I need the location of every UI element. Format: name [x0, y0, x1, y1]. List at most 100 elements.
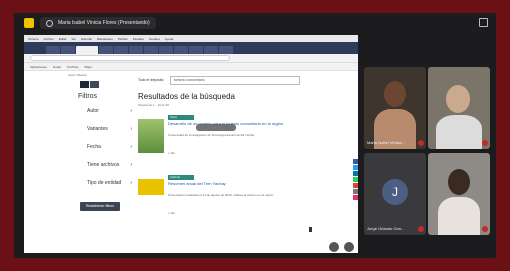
presenter-label: Maria Isabel Vinicia Flores (Presentando… [58, 20, 150, 26]
browser-tab[interactable] [174, 46, 188, 54]
menu-item[interactable]: Archivo [44, 37, 54, 41]
results-panel: Todo el depósito turismo comunitario Res… [138, 73, 348, 227]
filters-title: Filtros [78, 93, 98, 100]
search-input[interactable]: turismo comunitario [170, 75, 300, 85]
filter-variants[interactable]: Variantes › [78, 126, 132, 144]
browser-tab[interactable] [159, 46, 173, 54]
email-icon[interactable] [353, 183, 358, 188]
filter-label: Fecha [87, 144, 101, 150]
linkedin-icon[interactable] [353, 171, 358, 176]
result-more-link[interactable]: + Ver [168, 211, 175, 215]
filter-entity-type[interactable]: Tipo de entidad › [78, 180, 132, 198]
twitter-icon[interactable] [353, 165, 358, 170]
result-thumbnail[interactable] [138, 119, 164, 153]
share-sidebar [353, 159, 358, 201]
address-bar [24, 54, 358, 63]
result-item[interactable]: Artículo Resumen anual del Tren Yachay P… [138, 175, 348, 227]
meeting-app-icon[interactable] [24, 18, 34, 28]
repository-page: Inicio / Buscar Filtros Autor › Variante… [24, 71, 358, 253]
browser-tab[interactable] [61, 46, 75, 54]
bookmarks-bar: Aplicaciones Gmail YouTube Maps [24, 63, 358, 71]
filter-label: Autor [87, 108, 99, 114]
filters-panel: Filtros Autor › Variantes › Fecha › Tien… [78, 93, 132, 211]
participant-tile[interactable] [428, 153, 490, 235]
participant-video [384, 81, 406, 107]
muted-mic-icon [482, 226, 488, 232]
filter-date[interactable]: Fecha › [78, 144, 132, 162]
search-scope-select[interactable]: Todo el depósito [138, 78, 168, 82]
participant-video [446, 85, 470, 113]
result-meta: Presentación realizada el 21 de agosto d… [168, 193, 274, 197]
meeting-window: Maria Isabel Vinicia Flores (Presentando… [14, 13, 496, 258]
filter-author[interactable]: Autor › [78, 108, 132, 126]
results-title: Resultados de la búsqueda [138, 92, 235, 101]
participant-name: Jorge Orlando Gon... [367, 226, 405, 231]
facebook-icon[interactable] [353, 159, 358, 164]
browser-tab[interactable] [189, 46, 203, 54]
browser-menu-bar: Chrome Archivo Editar Ver Historial Marc… [24, 35, 358, 42]
browser-tab-strip [24, 42, 358, 54]
scroll-down-button[interactable] [344, 242, 354, 252]
menu-item[interactable]: Marcadores [97, 37, 113, 41]
reset-filters-button[interactable]: Restablecer filtros [80, 202, 120, 211]
presenter-indicator[interactable]: Maria Isabel Vinicia Flores (Presentando… [40, 17, 156, 29]
bookmark-item[interactable]: Maps [84, 65, 91, 69]
menu-item[interactable]: Chrome [28, 37, 39, 41]
list-view-icon[interactable] [80, 81, 89, 88]
result-more-link[interactable]: + Ver [168, 151, 175, 155]
result-title-link[interactable]: Resumen anual del Tren Yachay [168, 181, 318, 186]
layout-grid-icon[interactable] [479, 18, 488, 27]
shared-screen: Chrome Archivo Editar Ver Historial Marc… [24, 35, 358, 253]
bookmark-item[interactable]: Aplicaciones [30, 65, 47, 69]
menu-item[interactable]: Pestaña [133, 37, 144, 41]
muted-mic-icon [418, 140, 424, 146]
filter-has-files[interactable]: Tiene archivos › [78, 162, 132, 180]
chevron-right-icon: › [130, 144, 132, 150]
browser-tab[interactable] [99, 46, 113, 54]
menu-item[interactable]: Perfiles [118, 37, 128, 41]
browser-tab[interactable] [144, 46, 158, 54]
filter-label: Tiene archivos [87, 162, 120, 168]
result-type-badge: Tesis [168, 115, 194, 120]
presenter-icon [46, 19, 53, 27]
participant-tile[interactable] [428, 67, 490, 149]
share-icon[interactable] [353, 195, 358, 200]
chevron-right-icon: › [130, 162, 132, 168]
chevron-right-icon: › [130, 180, 132, 186]
chevron-right-icon: › [130, 108, 132, 114]
search-row: Todo el depósito turismo comunitario [138, 73, 348, 87]
meeting-top-bar: Maria Isabel Vinicia Flores (Presentando… [14, 13, 496, 33]
bookmark-item[interactable]: YouTube [67, 65, 79, 69]
whatsapp-icon[interactable] [353, 177, 358, 182]
breadcrumb[interactable]: Inicio / Buscar [68, 73, 87, 77]
menu-item[interactable]: Ayuda [165, 37, 173, 41]
result-thumbnail[interactable] [138, 179, 164, 195]
scroll-up-button[interactable] [329, 242, 339, 252]
menu-item[interactable]: Ventana [149, 37, 160, 41]
filter-label: Variantes [87, 126, 108, 132]
browser-tab[interactable] [129, 46, 143, 54]
print-icon[interactable] [353, 189, 358, 194]
participant-avatar: J [382, 179, 408, 205]
participant-tile[interactable]: Maria Isabel Vinicia... [364, 67, 426, 149]
browser-tab-active[interactable] [76, 46, 98, 54]
view-toggle[interactable] [80, 81, 99, 88]
browser-tab[interactable] [204, 46, 218, 54]
mouse-cursor [309, 227, 312, 232]
filter-label: Tipo de entidad [87, 180, 122, 186]
participant-video-body [436, 115, 482, 149]
browser-tab[interactable] [219, 46, 233, 54]
muted-mic-icon [482, 140, 488, 146]
url-input[interactable] [30, 55, 230, 61]
browser-tab[interactable] [114, 46, 128, 54]
bookmark-item[interactable]: Gmail [53, 65, 61, 69]
menu-item[interactable]: Ver [72, 37, 77, 41]
participant-name: Maria Isabel Vinicia... [367, 140, 405, 145]
menu-item[interactable]: Editar [59, 37, 67, 41]
participant-tile[interactable]: J Jorge Orlando Gon... [364, 153, 426, 235]
grid-view-icon[interactable] [90, 81, 99, 88]
menu-item[interactable]: Historial [81, 37, 92, 41]
result-title-link[interactable]: Desarrollo de un modelo para el turismo … [168, 121, 318, 126]
browser-tab[interactable] [46, 46, 60, 54]
result-item[interactable]: Tesis Desarrollo de un modelo para el tu… [138, 115, 348, 167]
